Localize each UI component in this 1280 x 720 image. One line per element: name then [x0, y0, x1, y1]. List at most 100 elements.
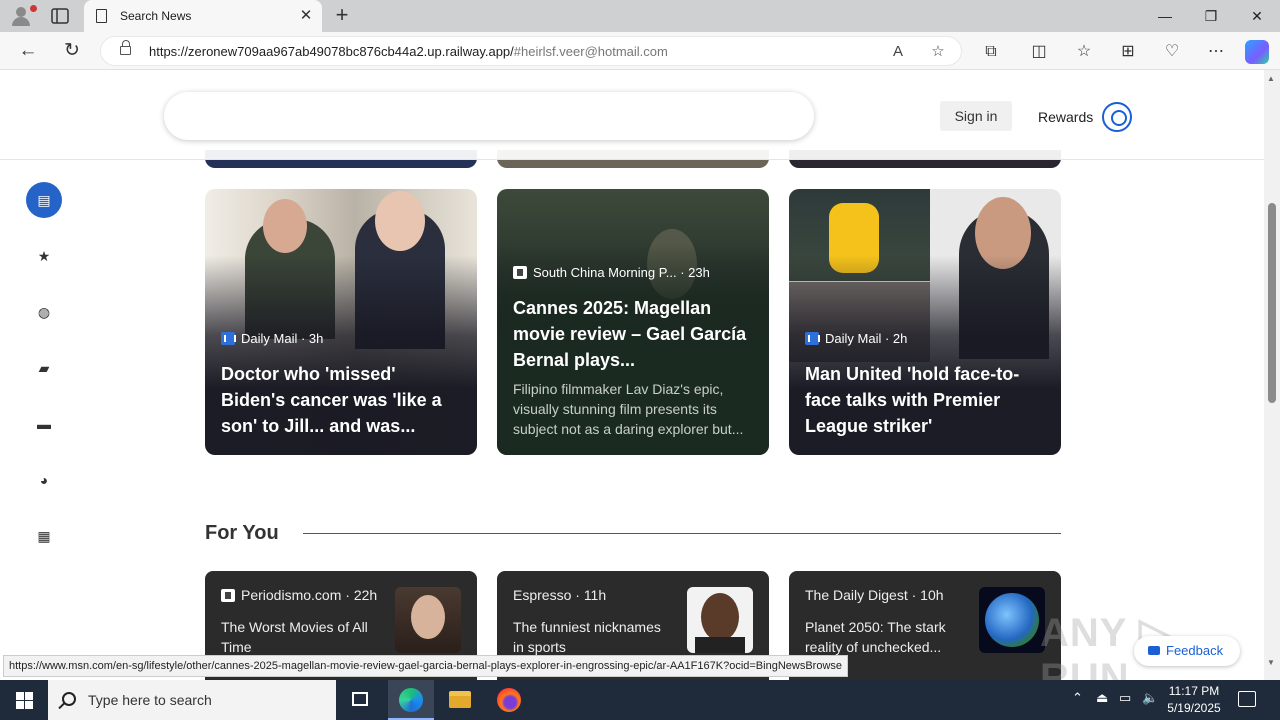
source-age: 2h	[892, 331, 908, 346]
daily-mail-logo-icon	[805, 332, 820, 345]
card-source: Espresso · 11h	[513, 587, 607, 603]
card-source: Daily Mail · 2h	[805, 331, 907, 346]
source-age: 3h	[308, 331, 324, 346]
entertainment-icon[interactable]: ▰	[26, 350, 62, 386]
volume-icon[interactable]: 🔈	[1142, 690, 1158, 706]
card-title[interactable]: The funniest nicknames in sports	[513, 617, 663, 657]
edge-taskbar-app[interactable]	[388, 680, 434, 720]
globe-icon[interactable]: ◍	[26, 294, 62, 330]
daily-mail-logo-icon	[221, 332, 236, 345]
taskbar-search-box[interactable]: Type here to search	[48, 680, 336, 720]
profile-icon[interactable]	[8, 4, 37, 28]
source-name: The Daily Digest	[805, 587, 908, 603]
firefox-taskbar-app[interactable]	[486, 680, 532, 720]
refresh-button[interactable]: ↻	[59, 38, 85, 64]
task-view-icon	[352, 692, 368, 706]
read-aloud-icon[interactable]: A	[887, 41, 909, 63]
sports-icon[interactable]: ◕	[26, 462, 62, 498]
copilot-icon[interactable]	[1245, 40, 1269, 64]
tab-actions-icon[interactable]	[50, 7, 70, 25]
sign-in-button[interactable]: Sign in	[940, 101, 1012, 131]
url-text[interactable]: https://zeronew709aa967ab49078bc876cb44a…	[149, 44, 668, 59]
star-icon[interactable]: ★	[26, 238, 62, 274]
source-name: Espresso	[513, 587, 572, 603]
rewards-icon[interactable]	[1102, 102, 1132, 132]
windows-taskbar: Type here to search ⌃ ⏏ ▭ 🔈 11:17 PM 5/1…	[0, 680, 1280, 720]
file-explorer-taskbar-app[interactable]	[437, 680, 483, 720]
url-hash: #heirlsf.veer@hotmail.com	[513, 44, 668, 59]
favorites-icon[interactable]: ☆	[1072, 40, 1096, 64]
source-name: Daily Mail	[241, 331, 298, 346]
clock-date: 5/19/2025	[1167, 701, 1221, 715]
more-menu-icon[interactable]: ⋯	[1204, 40, 1228, 64]
scrollbar-thumb[interactable]	[1268, 203, 1276, 403]
card-headline[interactable]: Cannes 2025: Magellan movie review – Gae…	[513, 295, 753, 373]
news-card[interactable]: Daily Mail · 3h Doctor who 'missed' Bide…	[205, 189, 477, 455]
source-age: 23h	[688, 265, 710, 280]
tray-overflow-icon[interactable]: ⌃	[1072, 690, 1083, 706]
search-input[interactable]	[164, 92, 814, 140]
browser-essentials-icon[interactable]: ♡	[1160, 40, 1184, 64]
close-window-button[interactable]: ✕	[1242, 4, 1272, 28]
extensions-icon[interactable]: ⧉	[979, 40, 1003, 64]
source-age: 22h	[353, 587, 378, 603]
minimize-button[interactable]: —	[1150, 4, 1180, 28]
page-scrollbar[interactable]: ▲ ▼	[1264, 70, 1280, 680]
card-headline[interactable]: Doctor who 'missed' Biden's cancer was '…	[221, 361, 461, 439]
edge-icon	[399, 688, 423, 712]
page-viewport: Sign in Rewards ▤ ★ ◍ ▰ ▬ ◕ ▦ Daily Mail…	[0, 70, 1264, 680]
address-bar[interactable]: https://zeronew709aa967ab49078bc876cb44a…	[100, 36, 962, 66]
source-name: Daily Mail	[825, 331, 882, 346]
folder-icon	[449, 691, 471, 708]
clock-time: 11:17 PM	[1168, 684, 1220, 698]
tab-title: Search News	[120, 9, 192, 23]
card-source: Daily Mail · 3h	[221, 331, 323, 346]
feedback-button[interactable]: Feedback	[1134, 636, 1240, 666]
card-headline[interactable]: Man United 'hold face-to-face talks with…	[805, 361, 1045, 439]
link-status-bar: https://www.msn.com/en-sg/lifestyle/othe…	[3, 655, 849, 677]
restore-button[interactable]: ❐	[1196, 4, 1226, 28]
news-card[interactable]: South China Morning P... · 23h Cannes 20…	[497, 189, 769, 455]
start-button[interactable]	[0, 680, 48, 720]
card-thumbnail	[979, 587, 1045, 653]
scmp-logo-icon	[513, 266, 527, 279]
notifications-icon[interactable]	[1238, 691, 1256, 707]
books-icon[interactable]: ▦	[26, 518, 62, 554]
source-name: South China Morning P...	[533, 265, 677, 280]
card-title[interactable]: Planet 2050: The stark reality of unchec…	[805, 617, 955, 657]
card-source: Periodismo.com · 22h	[221, 587, 377, 603]
scroll-up-icon[interactable]: ▲	[1267, 74, 1275, 83]
favorite-star-icon[interactable]: ☆	[927, 41, 949, 63]
card-thumbnail	[395, 587, 461, 653]
browser-toolbar: ← ↻ https://zeronew709aa967ab49078bc876c…	[0, 32, 1280, 70]
page-header: Sign in Rewards	[0, 70, 1264, 160]
news-card[interactable]: Daily Mail · 2h Man United 'hold face-to…	[789, 189, 1061, 455]
system-clock[interactable]: 11:17 PM 5/19/2025	[1160, 683, 1228, 717]
section-heading-for-you: For You	[205, 522, 279, 544]
url-main: https://zeronew709aa967ab49078bc876cb44a…	[149, 44, 514, 59]
collections-icon[interactable]: ⊞	[1116, 40, 1140, 64]
source-age: 11h	[583, 587, 607, 603]
network-icon[interactable]: ▭	[1119, 690, 1131, 706]
card-title[interactable]: The Worst Movies of All Time	[221, 617, 371, 657]
back-button[interactable]: ←	[15, 38, 41, 64]
tab-search-news[interactable]: Search News ✕	[84, 0, 322, 32]
news-icon[interactable]: ▤	[26, 182, 62, 218]
lock-icon[interactable]	[120, 40, 131, 55]
taskbar-search-placeholder: Type here to search	[88, 692, 212, 708]
section-divider	[303, 533, 1061, 534]
periodismo-logo-icon	[221, 589, 235, 602]
firefox-icon	[497, 688, 521, 712]
scroll-down-icon[interactable]: ▼	[1267, 658, 1275, 667]
new-tab-button[interactable]: +	[330, 4, 354, 28]
task-view-button[interactable]	[337, 680, 383, 720]
rewards-label[interactable]: Rewards	[1038, 109, 1093, 125]
close-tab-icon[interactable]: ✕	[296, 6, 316, 26]
card-source: South China Morning P... · 23h	[513, 265, 710, 280]
split-screen-icon[interactable]: ◫	[1027, 40, 1051, 64]
card-source: The Daily Digest · 10h	[805, 587, 944, 603]
source-age: 10h	[920, 587, 944, 603]
briefcase-icon[interactable]: ▬	[26, 406, 62, 442]
usb-icon[interactable]: ⏏	[1096, 690, 1108, 706]
page-icon	[96, 9, 107, 23]
